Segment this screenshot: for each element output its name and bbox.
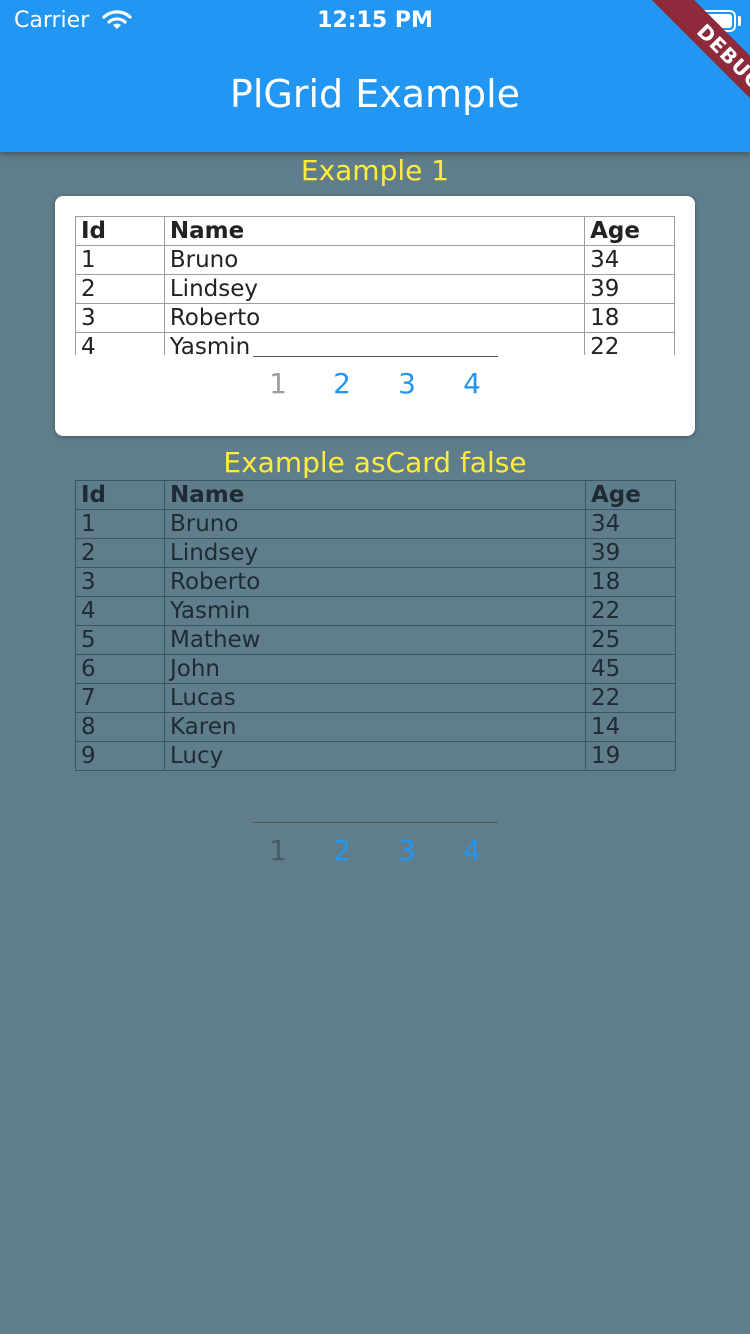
table-row: 7 Lucas 22 — [75, 683, 676, 713]
example1-title: Example 1 — [300, 154, 450, 187]
cell-name: Karen — [164, 712, 586, 742]
table-row: 4 Yasmin 22 — [75, 332, 675, 355]
status-time: 12:15 PM — [317, 8, 433, 33]
cell-id: 1 — [75, 509, 165, 539]
cell-id: 3 — [75, 303, 165, 333]
status-bar: Carrier 12:15 PM — [0, 0, 750, 40]
cell-name: Bruno — [163, 245, 586, 275]
table-row: 3 Roberto 18 — [75, 303, 675, 333]
cell-id: 4 — [75, 596, 165, 626]
cell-age: 22 — [584, 332, 675, 355]
table-row: 2 Lindsey 39 — [75, 274, 675, 304]
column-header-age[interactable]: Age — [585, 480, 676, 510]
page-link-3[interactable]: 3 — [387, 834, 427, 867]
column-header-id[interactable]: Id — [75, 480, 165, 510]
grid-header-row: Id Name Age — [75, 480, 676, 510]
cell-name: Roberto — [164, 567, 586, 597]
cell-name: Yasmin — [163, 332, 586, 355]
column-header-name[interactable]: Name — [164, 480, 586, 510]
cell-name: Yasmin — [164, 596, 586, 626]
cell-name: John — [164, 654, 586, 684]
table-row: 2 Lindsey 39 — [75, 538, 676, 568]
column-header-age[interactable]: Age — [584, 216, 675, 246]
page-link-4[interactable]: 4 — [452, 834, 492, 867]
pagination-flat: 1 2 3 4 — [0, 822, 750, 867]
cell-age: 22 — [585, 683, 676, 713]
cell-age: 18 — [585, 567, 676, 597]
cell-id: 4 — [75, 332, 165, 355]
cell-id: 2 — [75, 274, 165, 304]
cell-name: Mathew — [164, 625, 586, 655]
table-row: 8 Karen 14 — [75, 712, 676, 742]
page-link-1[interactable]: 1 — [258, 367, 298, 400]
page-link-3[interactable]: 3 — [387, 367, 427, 400]
pagination-divider — [253, 356, 498, 357]
cell-age: 34 — [585, 509, 676, 539]
column-header-id[interactable]: Id — [75, 216, 165, 246]
grid-header-row: Id Name Age — [75, 216, 675, 246]
cell-id: 7 — [75, 683, 165, 713]
cell-id: 1 — [75, 245, 165, 275]
cell-name: Lucy — [164, 741, 586, 771]
cell-id: 2 — [75, 538, 165, 568]
cell-age: 14 — [585, 712, 676, 742]
data-grid: Id Name Age 1 Bruno 34 2 Lindsey 39 3 Roberto… — [75, 216, 675, 355]
table-row: 9 Lucy 19 — [75, 741, 676, 771]
table-row: 3 Roberto 18 — [75, 567, 676, 597]
grid-viewport[interactable]: Id Name Age 1 Bruno 34 2 Lindsey 39 3 Roberto… — [75, 216, 675, 355]
cell-name: Roberto — [163, 303, 586, 333]
cell-name: Lucas — [164, 683, 586, 713]
cell-age: 34 — [584, 245, 675, 275]
table-row: 6 John 45 — [75, 654, 676, 684]
cell-age: 45 — [585, 654, 676, 684]
cell-name: Bruno — [164, 509, 586, 539]
cell-id: 3 — [75, 567, 165, 597]
battery-tip-icon — [738, 16, 741, 26]
pagination-divider — [253, 822, 498, 823]
table-row: 5 Mathew 25 — [75, 625, 676, 655]
table-row: 1 Bruno 34 — [75, 509, 676, 539]
cell-name: Lindsey — [164, 538, 586, 568]
cell-age: 25 — [585, 625, 676, 655]
cell-id: 6 — [75, 654, 165, 684]
cell-id: 9 — [75, 741, 165, 771]
app-title: PlGrid Example — [229, 72, 521, 116]
cell-id: 5 — [75, 625, 165, 655]
page-link-2[interactable]: 2 — [322, 834, 362, 867]
grid-card: Id Name Age 1 Bruno 34 2 Lindsey 39 3 Roberto… — [55, 196, 695, 436]
table-row: 1 Bruno 34 — [75, 245, 675, 275]
cell-name: Lindsey — [163, 274, 586, 304]
pagination: 1 2 3 4 — [0, 356, 750, 400]
page-link-1[interactable]: 1 — [258, 834, 298, 867]
cell-age: 22 — [585, 596, 676, 626]
app-bar: Carrier 12:15 PM PlGrid Example DEBUG — [0, 0, 750, 152]
page-link-4[interactable]: 4 — [452, 367, 492, 400]
cell-id: 8 — [75, 712, 165, 742]
cell-age: 39 — [585, 538, 676, 568]
cell-age: 19 — [585, 741, 676, 771]
cell-age: 39 — [584, 274, 675, 304]
data-grid-flat: Id Name Age 1 Bruno 34 2 Lindsey 39 3 Roberto… — [75, 480, 676, 771]
cell-age: 18 — [584, 303, 675, 333]
example2-title: Example asCard false — [223, 446, 527, 479]
page-link-2[interactable]: 2 — [322, 367, 362, 400]
table-row: 4 Yasmin 22 — [75, 596, 676, 626]
column-header-name[interactable]: Name — [163, 216, 586, 246]
